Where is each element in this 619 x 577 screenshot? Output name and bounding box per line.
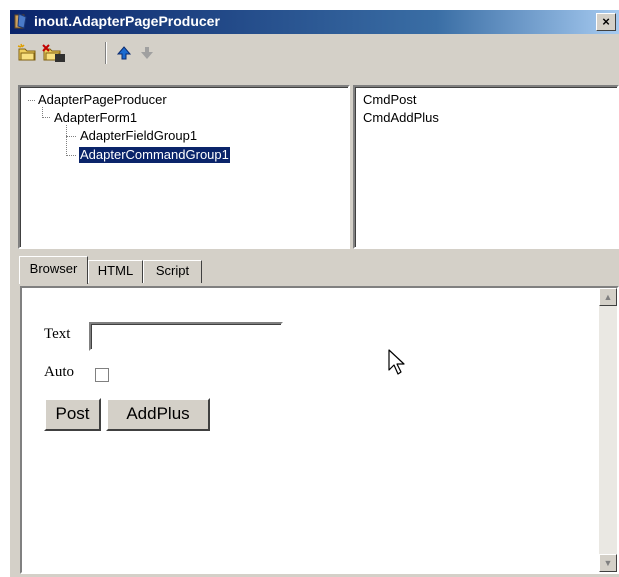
chevron-down-icon: ▼: [603, 558, 613, 568]
new-folder-button[interactable]: [16, 42, 38, 64]
list-item[interactable]: CmdAddPlus: [363, 110, 439, 126]
auto-label: Auto: [44, 364, 74, 380]
tree-connector: [42, 107, 50, 118]
text-input[interactable]: [89, 322, 283, 351]
scroll-up-button[interactable]: ▲: [599, 288, 617, 306]
list-item[interactable]: CmdPost: [363, 92, 416, 108]
tree-connector: [28, 100, 35, 101]
title-bar[interactable]: inout.AdapterPageProducer ×: [10, 10, 619, 34]
delete-folder-icon: [42, 44, 65, 62]
tab-html[interactable]: HTML: [88, 260, 143, 283]
vertical-scrollbar[interactable]: ▲ ▼: [599, 288, 617, 572]
tree-connector: [66, 125, 76, 156]
command-list[interactable]: CmdPost CmdAddPlus: [353, 85, 619, 249]
tree-connector: [66, 136, 76, 137]
tree-item[interactable]: AdapterFieldGroup1: [80, 128, 197, 144]
delete-folder-button[interactable]: [41, 42, 65, 64]
component-tree[interactable]: AdapterPageProducer AdapterForm1 Adapter…: [18, 85, 350, 249]
post-button[interactable]: Post: [44, 398, 101, 431]
tab-script[interactable]: Script: [143, 260, 202, 283]
window-title: inout.AdapterPageProducer: [34, 13, 220, 29]
addplus-button[interactable]: AddPlus: [106, 398, 210, 431]
tree-item-selected[interactable]: AdapterCommandGroup1: [78, 146, 231, 164]
new-folder-icon: [17, 43, 36, 61]
tree-item[interactable]: AdapterPageProducer: [38, 92, 167, 108]
window-body: AdapterPageProducer AdapterForm1 Adapter…: [10, 34, 619, 577]
move-down-icon: [141, 47, 153, 59]
tab-browser[interactable]: Browser: [19, 256, 88, 284]
chevron-up-icon: ▲: [603, 292, 613, 302]
move-down-button[interactable]: [136, 42, 158, 64]
tree-connector: [66, 155, 76, 156]
move-up-icon: [116, 46, 132, 60]
text-label: Text: [44, 326, 71, 342]
close-icon: ×: [602, 14, 610, 29]
auto-checkbox[interactable]: [95, 368, 109, 382]
tree-item[interactable]: AdapterForm1: [54, 110, 137, 126]
toolbar-separator: [105, 42, 107, 64]
move-up-button[interactable]: [113, 42, 135, 64]
mouse-cursor-icon: [388, 349, 405, 375]
close-button[interactable]: ×: [596, 13, 616, 31]
scroll-down-button[interactable]: ▼: [599, 554, 617, 572]
browser-preview[interactable]: Text Auto Post AddPlus ▲ ▼: [20, 286, 619, 574]
app-icon: [14, 13, 27, 29]
